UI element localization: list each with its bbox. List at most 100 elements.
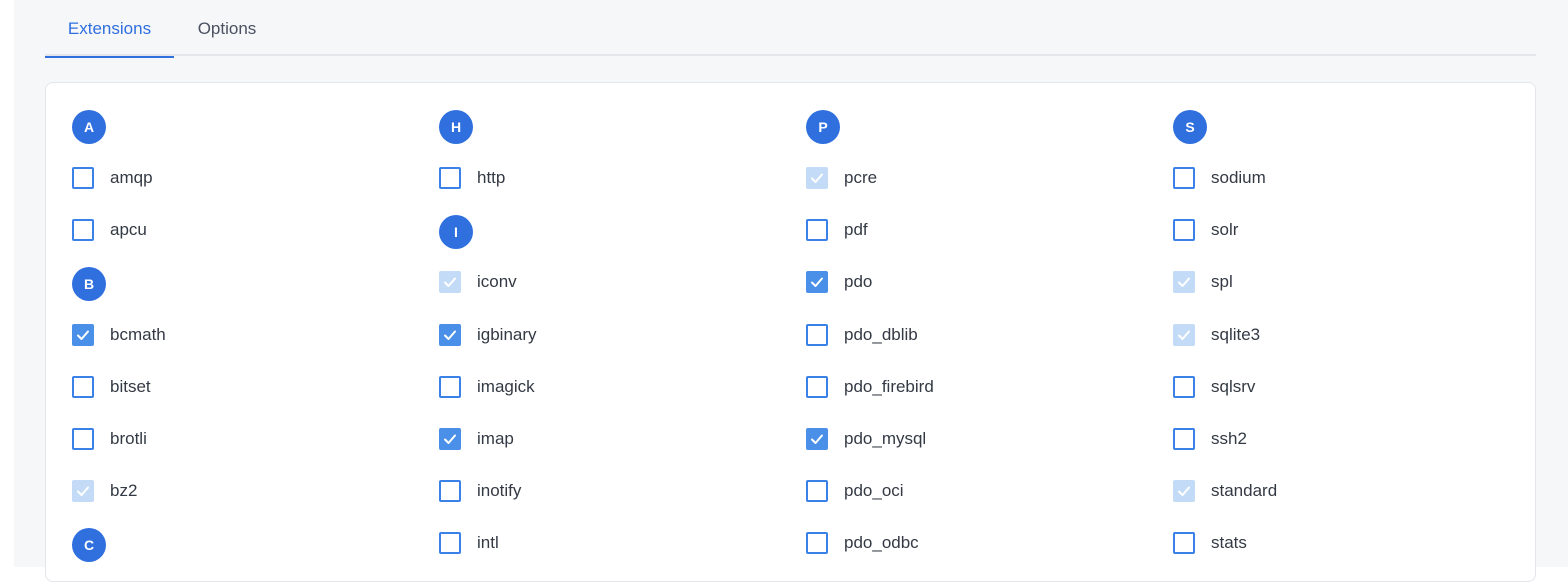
page-background: Extensions Options Aamqp apcu Bbcmath bitse… (14, 0, 1568, 582)
check-icon (811, 277, 823, 287)
letter-badge: S (1173, 110, 1207, 144)
extension-checkbox[interactable] (806, 532, 828, 554)
extension-item[interactable]: pdf (806, 215, 868, 245)
extension-checkbox (1173, 324, 1195, 346)
extension-label: apcu (110, 220, 147, 239)
extension-checkbox[interactable] (1173, 167, 1195, 189)
extension-label: imagick (477, 377, 535, 396)
extension-checkbox[interactable] (72, 167, 94, 189)
extension-checkbox[interactable] (72, 428, 94, 450)
extensions-panel: Aamqp apcu Bbcmath bitset brotli bz2 C Hhttp Iic… (45, 82, 1536, 582)
extension-label: igbinary (477, 325, 537, 344)
extension-checkbox[interactable] (439, 167, 461, 189)
extension-checkbox[interactable] (72, 324, 94, 346)
extension-checkbox[interactable] (1173, 532, 1195, 554)
extension-checkbox[interactable] (806, 219, 828, 241)
check-icon (811, 434, 823, 444)
extension-checkbox (439, 271, 461, 293)
extension-label: pdf (844, 220, 868, 239)
extension-label: pdo_mysql (844, 429, 927, 448)
extension-checkbox[interactable] (806, 428, 828, 450)
extension-label: ssh2 (1211, 429, 1247, 448)
extension-label: imap (477, 429, 514, 448)
extension-label: pdo_dblib (844, 325, 918, 344)
extension-item[interactable]: brotli (72, 424, 147, 454)
check-icon (444, 277, 456, 287)
tab-bar: Extensions Options (45, 0, 1536, 58)
extension-checkbox[interactable] (439, 324, 461, 346)
extension-checkbox[interactable] (806, 376, 828, 398)
letter-badge: I (439, 215, 473, 249)
extension-item[interactable]: pdo_firebird (806, 372, 934, 402)
extension-label: amqp (110, 168, 153, 187)
extension-checkbox[interactable] (806, 271, 828, 293)
extension-item[interactable]: stats (1173, 528, 1247, 558)
extension-item[interactable]: pdo_odbc (806, 528, 919, 558)
extension-checkbox[interactable] (439, 532, 461, 554)
extension-checkbox[interactable] (439, 428, 461, 450)
extension-item[interactable]: ssh2 (1173, 424, 1247, 454)
extension-label: bitset (110, 377, 151, 396)
check-icon (444, 434, 456, 444)
check-icon (77, 330, 89, 340)
extension-label: sqlsrv (1211, 377, 1256, 396)
extension-item[interactable]: pdo_dblib (806, 320, 918, 350)
extension-label: intl (477, 533, 499, 552)
extension-checkbox[interactable] (72, 376, 94, 398)
letter-badge: A (72, 110, 106, 144)
extension-label: solr (1211, 220, 1239, 239)
extension-label: stats (1211, 533, 1247, 552)
extension-item[interactable]: bitset (72, 372, 151, 402)
tab-options[interactable]: Options (185, 0, 269, 56)
extension-item[interactable]: pdo (806, 267, 872, 297)
extension-item[interactable]: pdo_mysql (806, 424, 926, 454)
letter-badge: H (439, 110, 473, 144)
tab-extensions[interactable]: Extensions (45, 0, 174, 58)
extension-label: sqlite3 (1211, 325, 1261, 344)
check-icon (1178, 277, 1190, 287)
check-icon (77, 486, 89, 496)
extension-checkbox[interactable] (72, 219, 94, 241)
extension-checkbox (72, 480, 94, 502)
extension-item[interactable]: amqp (72, 163, 153, 193)
extension-item[interactable]: http (439, 163, 505, 193)
extension-checkbox[interactable] (1173, 376, 1195, 398)
extension-label: http (477, 168, 506, 187)
extension-checkbox[interactable] (1173, 219, 1195, 241)
extension-label: pcre (844, 168, 878, 187)
extension-label: sodium (1211, 168, 1266, 187)
extension-label: bz2 (110, 481, 138, 500)
extension-label: spl (1211, 272, 1233, 291)
extension-item: pcre (806, 163, 877, 193)
extension-checkbox[interactable] (439, 376, 461, 398)
extension-item[interactable]: intl (439, 528, 499, 558)
extension-item[interactable]: bcmath (72, 320, 166, 350)
extension-item[interactable]: inotify (439, 476, 521, 506)
check-icon (811, 173, 823, 183)
extension-checkbox[interactable] (806, 324, 828, 346)
extension-label: pdo (844, 272, 873, 291)
extension-checkbox[interactable] (1173, 428, 1195, 450)
check-icon (1178, 486, 1190, 496)
letter-badge: P (806, 110, 840, 144)
extension-item[interactable]: imagick (439, 372, 535, 402)
extension-item[interactable]: sqlsrv (1173, 372, 1255, 402)
extension-label: iconv (477, 272, 517, 291)
extension-item[interactable]: sodium (1173, 163, 1266, 193)
extension-item: standard (1173, 476, 1277, 506)
extension-item: iconv (439, 267, 517, 297)
extension-item: bz2 (72, 476, 137, 506)
extension-checkbox[interactable] (806, 480, 828, 502)
extension-item[interactable]: apcu (72, 215, 147, 245)
extension-label: pdo_odbc (844, 533, 919, 552)
check-icon (444, 330, 456, 340)
extension-item[interactable]: pdo_oci (806, 476, 904, 506)
extension-checkbox[interactable] (439, 480, 461, 502)
extension-label: pdo_firebird (844, 377, 934, 396)
letter-badge: B (72, 267, 106, 301)
extension-item[interactable]: imap (439, 424, 514, 454)
extension-item[interactable]: igbinary (439, 320, 537, 350)
extension-item: sqlite3 (1173, 320, 1260, 350)
extension-item[interactable]: solr (1173, 215, 1238, 245)
extension-label: brotli (110, 429, 147, 448)
